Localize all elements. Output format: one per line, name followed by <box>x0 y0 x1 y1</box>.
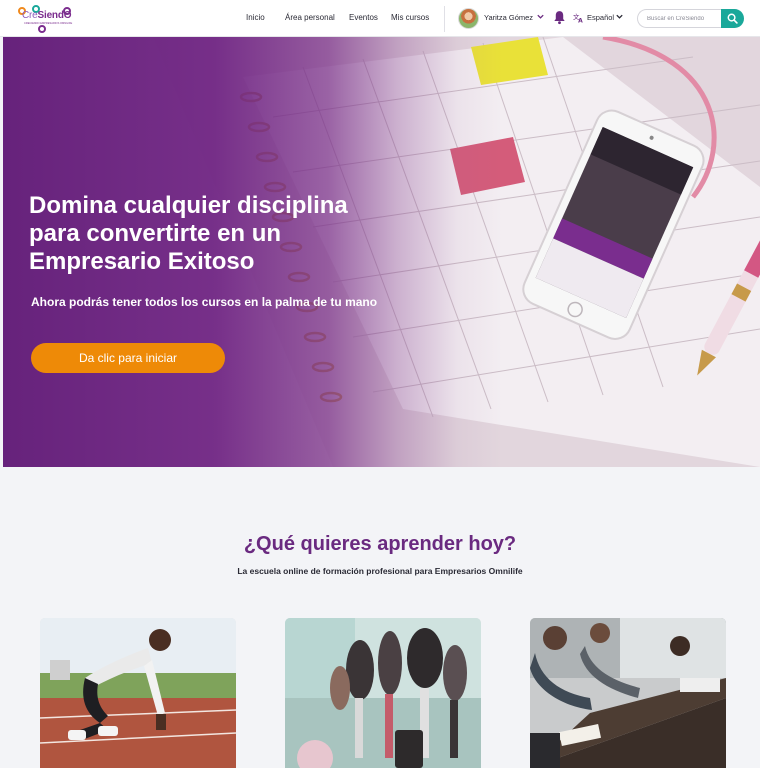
nav-item-area-personal[interactable]: Área personal <box>285 13 335 22</box>
translate-icon[interactable]: 文A <box>573 12 584 23</box>
section-title: ¿Qué quieres aprender hoy? <box>243 533 517 555</box>
user-avatar[interactable] <box>458 8 479 29</box>
course-card-3[interactable] <box>530 618 726 768</box>
logo-dot-purple-bottom <box>38 25 46 33</box>
cresiendo-logo[interactable]: CreSiendO CRECIENDO EMPRESARIOS OMNILIFE <box>18 5 74 33</box>
logo-tagline: CRECIENDO EMPRESARIOS OMNILIFE <box>24 22 73 25</box>
bell-icon[interactable] <box>553 10 566 25</box>
nav-item-inicio[interactable]: Inicio <box>246 13 265 22</box>
search-input[interactable] <box>637 9 722 28</box>
chevron-down-icon[interactable] <box>536 12 545 21</box>
search-icon <box>727 13 738 24</box>
nav-item-mis-cursos[interactable]: Mis cursos <box>391 13 429 22</box>
start-button[interactable]: Da clic para iniciar <box>31 343 225 373</box>
hero-subtitle: Ahora podrás tener todos los cursos en l… <box>31 295 378 309</box>
sprinter-photo <box>40 618 236 768</box>
svg-text:A: A <box>578 18 583 23</box>
business-meeting-photo <box>530 618 726 768</box>
makeup-brushes-photo <box>285 618 481 768</box>
course-card-1[interactable] <box>40 618 236 768</box>
search-button[interactable] <box>721 9 744 28</box>
user-name[interactable]: Yaritza Gómez <box>484 13 533 22</box>
hero-banner: Domina cualquier disciplina para convert… <box>3 37 760 467</box>
hero-title: Domina cualquier disciplina para convert… <box>29 192 348 275</box>
nav-item-eventos[interactable]: Eventos <box>349 13 378 22</box>
course-card-2[interactable] <box>285 618 481 768</box>
section-subtitle: La escuela online de formación profesion… <box>237 566 523 576</box>
top-navbar: CreSiendO CRECIENDO EMPRESARIOS OMNILIFE… <box>0 0 760 37</box>
nav-divider <box>444 6 445 32</box>
logo-wordmark: CreSiendO <box>22 10 72 21</box>
chevron-down-icon[interactable] <box>615 12 624 21</box>
language-selector[interactable]: Español <box>587 13 614 22</box>
